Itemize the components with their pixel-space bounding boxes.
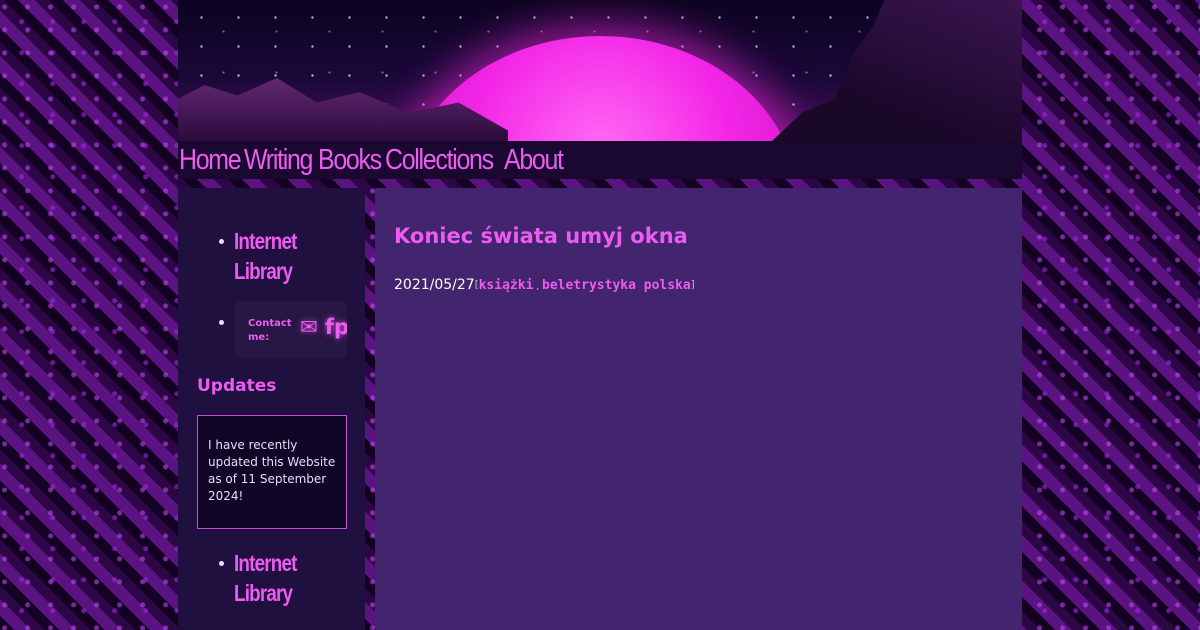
header-banner-image (178, 0, 1022, 141)
tag-ksiazki[interactable]: książki (479, 278, 534, 293)
tag-separator: , (533, 282, 542, 292)
post-date: 2021/05/27 (394, 277, 475, 293)
nav-about[interactable]: About (504, 144, 564, 177)
updates-text: I have recently updated this Website as … (208, 438, 336, 503)
sidebar: Internet Library Contact me: ✉ fpz5 Upda… (178, 188, 365, 630)
sidebar-list-bottom: Internet Library (218, 548, 358, 608)
main-nav: Home Writing Books Collections About (178, 141, 1022, 179)
contact-label: Contact me: (248, 318, 292, 343)
nav-collections[interactable]: Collections (385, 144, 494, 177)
sidebar-link-internet-library[interactable]: Internet Library (234, 226, 301, 286)
sidebar-link-internet-library-2[interactable]: Internet Library (234, 548, 301, 608)
main-content: Koniec świata umyj okna 2021/05/27[książ… (375, 188, 1022, 630)
post-meta: 2021/05/27[książki , beletrystyka polska… (394, 277, 695, 293)
contact-email-link[interactable]: ✉ fpz5 (300, 315, 347, 339)
updates-heading: Updates (197, 376, 277, 396)
site-wrapper: Home Writing Books Collections About Int… (178, 0, 1022, 630)
post-title[interactable]: Koniec świata umyj okna (394, 224, 688, 248)
sidebar-list-top: Internet Library (218, 226, 358, 286)
nav-writing[interactable]: Writing (244, 144, 313, 177)
updates-box: I have recently updated this Website as … (197, 415, 347, 529)
tag-bracket-close: ] (690, 279, 695, 291)
contact-box: Contact me: ✉ fpz5 (234, 301, 347, 358)
bullet-2 (219, 320, 224, 325)
tag-beletrystyka-polska[interactable]: beletrystyka polska (542, 278, 691, 293)
nav-home[interactable]: Home (179, 144, 242, 177)
nav-books[interactable]: Books (318, 144, 382, 177)
